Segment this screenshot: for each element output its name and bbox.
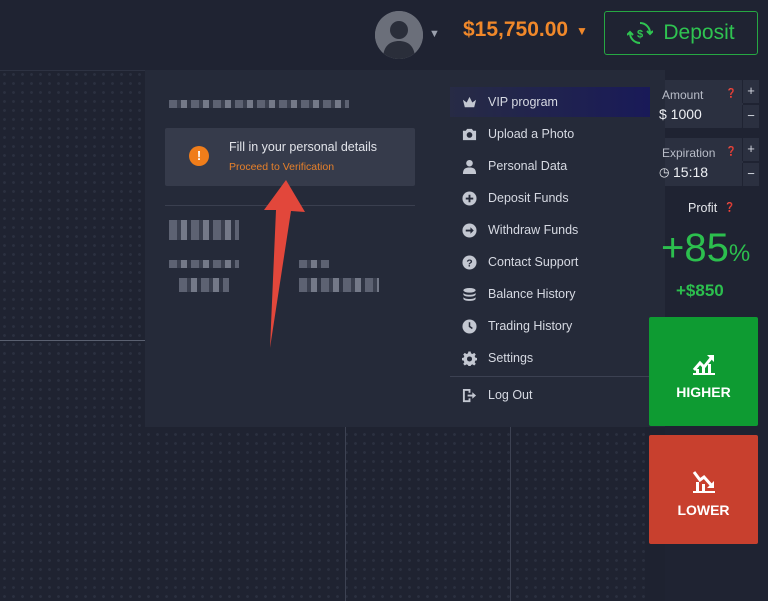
warning-icon: ! — [189, 146, 209, 166]
user-icon — [460, 157, 478, 175]
panel-divider — [165, 205, 415, 206]
higher-button[interactable]: HIGHER — [649, 317, 758, 426]
expiration-clock-icon: ◷ — [659, 165, 670, 179]
question-circle-icon: ? — [460, 253, 478, 271]
camera-icon — [460, 125, 478, 143]
proceed-to-verification-link[interactable]: Proceed to Verification — [229, 161, 334, 173]
coins-stack-icon — [460, 285, 478, 303]
deposit-button-label: Deposit — [663, 21, 735, 44]
menu-item-personal-data[interactable]: Personal Data — [450, 151, 650, 181]
menu-item-label: Personal Data — [488, 159, 568, 173]
verification-title: Fill in your personal details — [229, 140, 377, 154]
profit-amount: +$850 — [676, 281, 724, 300]
menu-item-label: Deposit Funds — [488, 191, 569, 205]
menu-item-balance-history[interactable]: Balance History — [450, 279, 650, 309]
blurred-user-id — [169, 260, 239, 268]
amount-decrease-button[interactable]: − — [742, 105, 759, 128]
menu-item-upload-photo[interactable]: Upload a Photo — [450, 119, 650, 149]
menu-item-label: VIP program — [488, 95, 558, 109]
logout-icon — [460, 386, 478, 404]
expiration-value[interactable]: 15:18 — [673, 164, 708, 180]
trend-up-icon — [692, 355, 715, 375]
expiration-help-icon[interactable]: ❓ — [726, 146, 737, 157]
menu-item-label: Settings — [488, 351, 534, 365]
blurred-user-name — [169, 220, 239, 240]
trend-down-icon — [692, 471, 715, 493]
svg-text:?: ? — [466, 258, 472, 269]
account-menu: VIP program Upload a Photo Personal Data… — [435, 70, 665, 427]
blurred-user-currency-value — [299, 278, 379, 292]
menu-item-label: Trading History — [488, 319, 573, 333]
lower-button[interactable]: LOWER — [649, 435, 758, 544]
balance-caret-icon[interactable]: ▼ — [576, 24, 588, 38]
lower-button-label: LOWER — [677, 502, 730, 518]
profit-percentage: +85% — [661, 226, 750, 271]
expiration-decrease-button[interactable]: − — [742, 163, 759, 186]
expiration-label: Expiration — [662, 146, 716, 160]
menu-item-label: Withdraw Funds — [488, 223, 579, 237]
avatar[interactable] — [375, 11, 423, 59]
menu-item-label: Balance History — [488, 287, 576, 301]
expiration-field[interactable]: Expiration ❓ ◷ 15:18 — [659, 138, 743, 186]
amount-help-icon[interactable]: ❓ — [726, 88, 737, 99]
plus-circle-icon — [460, 189, 478, 207]
profit-percentage-unit: % — [728, 240, 751, 267]
blurred-user-email — [169, 100, 349, 108]
amount-increase-button[interactable]: + — [742, 80, 759, 103]
menu-item-label: Contact Support — [488, 255, 579, 269]
expiration-increase-button[interactable]: + — [742, 138, 759, 161]
amount-field[interactable]: Amount ❓ $ 1000 — [659, 80, 743, 128]
higher-button-label: HIGHER — [676, 384, 731, 400]
amount-label: Amount — [662, 88, 704, 102]
menu-item-label: Log Out — [488, 388, 533, 402]
avatar-caret-icon[interactable]: ▼ — [429, 28, 440, 40]
menu-item-label: Upload a Photo — [488, 127, 575, 141]
gear-icon — [460, 349, 478, 367]
blurred-user-id-value — [179, 278, 229, 292]
user-avatar-icon — [375, 11, 423, 59]
balance-amount[interactable]: $15,750.00 — [463, 18, 568, 42]
profit-label: Profit — [688, 201, 718, 215]
arrow-right-circle-icon — [460, 221, 478, 239]
menu-item-vip-program[interactable]: VIP program — [450, 87, 650, 117]
top-header: ▼ $15,750.00 ▼ $ Deposit — [0, 0, 768, 71]
amount-value[interactable]: $ 1000 — [659, 106, 702, 122]
profit-help-icon[interactable]: ❓ — [724, 202, 735, 213]
svg-text:$: $ — [637, 29, 643, 41]
deposit-button[interactable]: $ Deposit — [604, 11, 758, 55]
menu-item-log-out[interactable]: Log Out — [450, 380, 650, 410]
profile-panel: ! Fill in your personal details Proceed … — [145, 70, 435, 427]
verification-notice[interactable]: ! Fill in your personal details Proceed … — [165, 128, 415, 186]
menu-item-settings[interactable]: Settings — [450, 343, 650, 373]
blurred-user-currency — [299, 260, 329, 268]
menu-item-contact-support[interactable]: ? Contact Support — [450, 247, 650, 277]
profit-percentage-value: +85 — [661, 226, 729, 270]
crown-icon — [460, 93, 478, 111]
clock-icon — [460, 317, 478, 335]
menu-item-withdraw-funds[interactable]: Withdraw Funds — [450, 215, 650, 245]
menu-item-deposit-funds[interactable]: Deposit Funds — [450, 183, 650, 213]
menu-divider — [450, 376, 650, 377]
menu-item-trading-history[interactable]: Trading History — [450, 311, 650, 341]
deposit-exchange-icon: $ — [627, 22, 654, 44]
